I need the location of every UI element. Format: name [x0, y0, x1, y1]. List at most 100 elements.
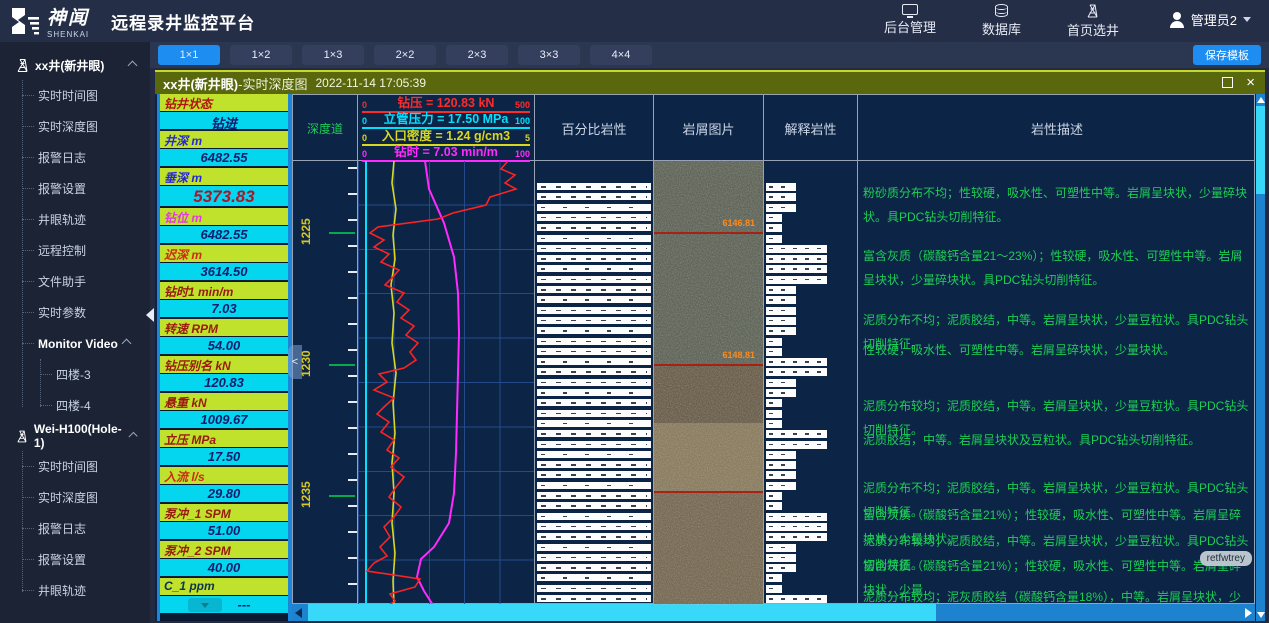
expand-icon[interactable] — [1222, 77, 1233, 88]
well-node[interactable]: Wei-H100(Hole-1) — [0, 421, 150, 451]
param-value-text: --- — [238, 597, 251, 612]
param-value: 40.00 — [160, 559, 288, 578]
close-icon[interactable]: × — [1246, 77, 1255, 88]
lithology-percent-row — [537, 286, 651, 293]
curve-magenta — [417, 161, 459, 605]
hover-tooltip: retfwtrey — [1200, 551, 1252, 566]
param-value: --- — [160, 596, 288, 615]
nav-well-select-label: 首页选井 — [1067, 20, 1119, 39]
vertical-scrollbar[interactable] — [1256, 94, 1265, 621]
minor-depth-tick — [348, 193, 357, 195]
vertical-scroll-thumb[interactable] — [1256, 106, 1265, 194]
nav-backstage[interactable]: 后台管理 — [884, 4, 936, 39]
sidebar-item-label: 实时深度图 — [38, 118, 98, 135]
param-label: 入流 l/s — [160, 467, 288, 485]
curve-label: 钻时 = 7.03 min/m — [362, 141, 530, 160]
layout-tab-3×3[interactable]: 3×3 — [518, 45, 580, 65]
lithology-percent-row — [537, 492, 651, 499]
scroll-right-icon[interactable] — [1245, 608, 1252, 618]
interpreted-lithology-cell — [766, 307, 796, 315]
sidebar-item-实时时间图[interactable]: 实时时间图 — [0, 451, 150, 482]
nav-database[interactable]: 数据库 — [982, 4, 1021, 39]
depth-label: 1225 — [299, 215, 315, 249]
lithology-percent-row — [537, 410, 651, 417]
lithology-percent-row — [537, 389, 651, 396]
sidebar-item-label: 报警日志 — [38, 149, 86, 166]
sidebar-collapse-handle[interactable] — [146, 308, 154, 322]
interpreted-lithology-cell — [766, 358, 827, 366]
minor-depth-tick — [348, 427, 357, 429]
scroll-down-icon[interactable] — [1257, 612, 1265, 618]
well-tree: xx井(新井眼)实时时间图实时深度图报警日志报警设置井眼轨迹远程控制文件助手实时… — [0, 42, 150, 606]
track-collapse-handle[interactable]: < — [288, 345, 302, 379]
sidebar-item-报警设置[interactable]: 报警设置 — [0, 173, 150, 204]
lithology-percent-row — [537, 523, 651, 530]
lithology-percent-row — [537, 255, 651, 262]
interpreted-lithology-cell — [766, 544, 796, 552]
layout-tab-1×3[interactable]: 1×3 — [302, 45, 364, 65]
lithology-percent-row — [537, 348, 651, 355]
lithology-percent-row — [537, 235, 651, 242]
minor-depth-tick — [348, 557, 357, 559]
collapse-icon[interactable] — [122, 339, 132, 349]
param-value: 54.00 — [160, 337, 288, 356]
sidebar-item-label: 井眼轨迹 — [38, 582, 86, 599]
lithology-percent-row — [537, 338, 651, 345]
sidebar-item-label: 实时时间图 — [38, 458, 98, 475]
collapse-icon[interactable] — [128, 60, 138, 70]
sidebar-item-Monitor Video[interactable]: Monitor Video — [0, 328, 150, 359]
lithology-percent-header: 百分比岩性 — [535, 95, 653, 161]
save-template-button[interactable]: 保存模板 — [1193, 45, 1261, 65]
minor-depth-tick — [348, 323, 357, 325]
lithology-percent-row — [537, 420, 651, 427]
layout-tab-1×1[interactable]: 1×1 — [158, 45, 220, 65]
user-menu[interactable]: 管理员2 — [1169, 10, 1251, 29]
sidebar-item-label: 井眼轨迹 — [38, 211, 86, 228]
sidebar-item-远程控制[interactable]: 远程控制 — [0, 235, 150, 266]
sidebar-item-井眼轨迹[interactable]: 井眼轨迹 — [0, 204, 150, 235]
sidebar-item-label: 远程控制 — [38, 242, 86, 259]
nav-well-select[interactable]: 首页选井 — [1067, 4, 1119, 39]
lithology-percent-row — [537, 544, 651, 551]
layout-tab-2×3[interactable]: 2×3 — [446, 45, 508, 65]
sidebar-item-实时时间图[interactable]: 实时时间图 — [0, 80, 150, 111]
param-label: 转速 RPM — [160, 319, 288, 337]
minor-depth-tick — [348, 453, 357, 455]
collapse-icon[interactable] — [128, 431, 138, 441]
well-node[interactable]: xx井(新井眼) — [0, 50, 150, 80]
sidebar-item-实时深度图[interactable]: 实时深度图 — [0, 111, 150, 142]
lithology-percent-row — [537, 502, 651, 509]
horizontal-scrollbar[interactable] — [292, 604, 1255, 621]
sidebar-item-四楼-3[interactable]: 四楼-3 — [0, 359, 150, 390]
interpreted-lithology-cell — [766, 574, 782, 582]
interpreted-lithology-cell — [766, 368, 827, 376]
sidebar-item-报警日志[interactable]: 报警日志 — [0, 142, 150, 173]
sidebar-item-四楼-4[interactable]: 四楼-4 — [0, 390, 150, 421]
scroll-left-icon[interactable] — [295, 608, 302, 618]
lithology-percent-row — [537, 327, 651, 334]
layout-tab-4×4[interactable]: 4×4 — [590, 45, 652, 65]
param-label: 钻时1 min/m — [160, 282, 288, 300]
sidebar-item-报警日志[interactable]: 报警日志 — [0, 513, 150, 544]
param-value: 钻进 — [160, 112, 288, 131]
chart-header: 深度道 0钻压 = 120.83 kN5000立管压力 = 17.50 MPa1… — [293, 95, 1254, 161]
interpreted-lithology-cell — [766, 235, 782, 243]
scroll-up-icon[interactable] — [1257, 97, 1265, 103]
layout-tab-2×2[interactable]: 2×2 — [374, 45, 436, 65]
major-depth-tick — [329, 495, 355, 497]
lithology-description: 泥质分布较均；泥灰质胶结（碳酸钙含量18%），中等。岩屑呈块状，少量豆粒状。具P… — [863, 585, 1250, 605]
param-label: 泵冲_1 SPM — [160, 504, 288, 522]
sidebar-item-报警设置[interactable]: 报警设置 — [0, 544, 150, 575]
lithology-percent-row — [537, 574, 651, 581]
sidebar-item-井眼轨迹[interactable]: 井眼轨迹 — [0, 575, 150, 606]
layout-tab-1×2[interactable]: 1×2 — [230, 45, 292, 65]
lithology-percent-row — [537, 595, 651, 602]
interpreted-lithology-cell — [766, 327, 796, 335]
sidebar-item-实时参数[interactable]: 实时参数 — [0, 297, 150, 328]
horizontal-scroll-thumb[interactable] — [308, 604, 936, 621]
sidebar-item-实时深度图[interactable]: 实时深度图 — [0, 482, 150, 513]
param-dropdown-button[interactable] — [188, 598, 222, 612]
sidebar-item-文件助手[interactable]: 文件助手 — [0, 266, 150, 297]
shenkai-logo: 神闻 SHENKAI — [10, 3, 89, 39]
lithology-percent-row — [537, 430, 651, 437]
